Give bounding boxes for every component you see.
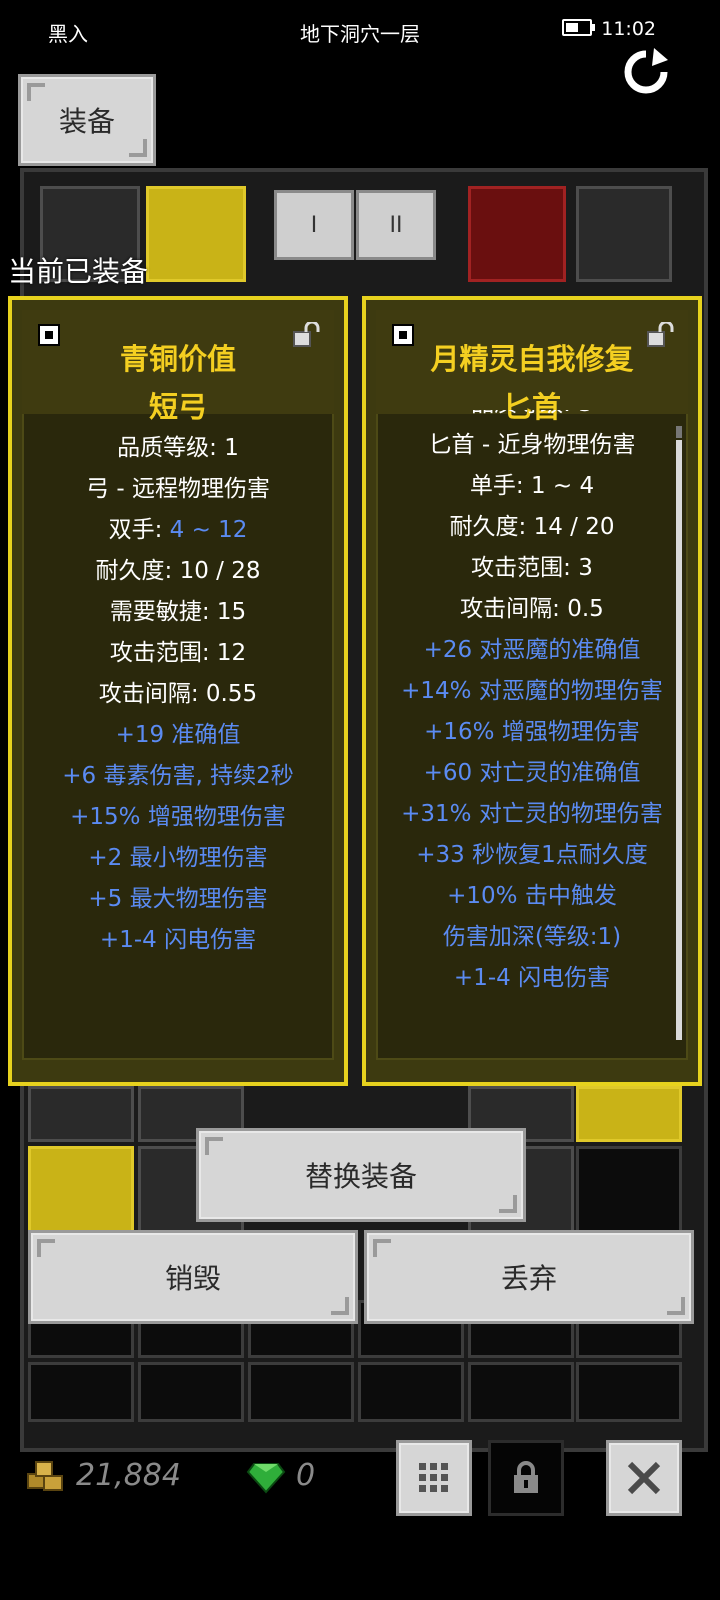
gem-icon [246, 1463, 286, 1494]
inventory-slot[interactable] [468, 1362, 574, 1422]
stat-range: 攻击范围: 12 [109, 640, 247, 666]
bonus-line: +1-4 闪电伤害 [453, 965, 611, 991]
destroy-button[interactable]: 销毁 [28, 1230, 358, 1324]
equip-slot-weapon[interactable] [146, 186, 246, 282]
stats-scroll-area[interactable]: 品质等级: 3 匕首 - 近身物理伤害 单手: 1 ~ 4 耐久度: 14 / … [376, 410, 688, 1022]
inventory-slot[interactable] [576, 1086, 682, 1142]
inventory-slot[interactable] [28, 1086, 134, 1142]
bonus-line: +33 秒恢复1点耐久度 [416, 842, 648, 868]
destroy-label: 销毁 [164, 1262, 221, 1295]
scrollbar[interactable] [676, 440, 682, 1040]
battery-icon [562, 19, 595, 36]
replace-equipment-label: 替换装备 [304, 1160, 417, 1193]
inventory-slot[interactable] [576, 1362, 682, 1422]
slot-button-1[interactable]: I [274, 190, 354, 260]
grid-icon [419, 1463, 448, 1492]
status-time: 11:02 [601, 18, 656, 40]
slot-button-2[interactable]: II [356, 190, 436, 260]
inventory-slot[interactable] [138, 1362, 244, 1422]
item-stats: 品质等级: 3 匕首 - 近身物理伤害 单手: 1 ~ 4 耐久度: 14 / … [376, 410, 688, 999]
inventory-slot[interactable] [248, 1362, 354, 1422]
close-icon [627, 1461, 661, 1495]
lock-button[interactable] [488, 1440, 564, 1516]
bonus-line: +6 毒素伤害, 持续2秒 [62, 763, 294, 789]
scrollbar-cap [676, 426, 682, 438]
refresh-icon[interactable] [620, 46, 672, 98]
bonus-line: +31% 对亡灵的物理伤害 [401, 801, 663, 827]
stat-weapon-class: 匕首 - 近身物理伤害 [428, 432, 636, 458]
tab-equip-label: 装备 [58, 105, 115, 138]
drop-button[interactable]: 丢弃 [364, 1230, 694, 1324]
stat-durability: 耐久度: 14 / 20 [449, 514, 615, 540]
bonus-line: +14% 对恶魔的物理伤害 [401, 678, 663, 704]
item-name: 月精灵自我修复 [430, 342, 634, 376]
slot-button-1-label: I [310, 212, 318, 238]
item-stats: 品质等级: 1 弓 - 远程物理伤害 双手: 4 ~ 12 耐久度: 10 / … [22, 428, 334, 961]
tab-equip[interactable]: 装备 [18, 74, 156, 166]
inventory-slot[interactable] [358, 1362, 464, 1422]
bonus-line: +60 对亡灵的准确值 [423, 760, 641, 786]
inventory-slot[interactable] [28, 1362, 134, 1422]
stat-quality: 品质等级: 3 [376, 410, 688, 425]
bonus-line: +2 最小物理伤害 [88, 845, 268, 871]
stat-durability: 耐久度: 10 / 28 [95, 558, 261, 584]
stat-damage: 双手: 4 ~ 12 [108, 517, 248, 543]
bonus-line: 伤害加深(等级:1) [442, 924, 622, 950]
drop-label: 丢弃 [500, 1262, 557, 1295]
stat-damage: 单手: 1 ~ 4 [469, 473, 595, 499]
stat-range: 攻击范围: 3 [471, 555, 593, 581]
item-card-selected: 月精灵自我修复 匕首 品质等级: 3 匕首 - 近身物理伤害 单手: 1 ~ 4… [362, 296, 702, 1086]
bonus-line: +19 准确值 [115, 722, 241, 748]
bonus-line: +15% 增强物理伤害 [70, 804, 286, 830]
bonus-line: +16% 增强物理伤害 [424, 719, 640, 745]
grid-view-button[interactable] [396, 1440, 472, 1516]
close-button[interactable] [606, 1440, 682, 1516]
card-header: 青铜价值 短弓 [22, 310, 334, 424]
bonus-line: +26 对恶魔的准确值 [423, 637, 641, 663]
stat-attack-interval: 攻击间隔: 0.5 [460, 596, 604, 622]
current-equipped-label: 当前已装备 [8, 255, 149, 288]
card-header: 月精灵自我修复 匕首 [376, 310, 688, 424]
stat-quality: 品质等级: 1 [117, 435, 239, 461]
equip-slot-offhand[interactable] [468, 186, 566, 282]
equip-slot-amulet[interactable] [576, 186, 672, 282]
stat-attack-interval: 攻击间隔: 0.55 [98, 681, 258, 707]
gold-amount: 21,884 [76, 1458, 181, 1493]
slot-button-2-label: II [389, 212, 403, 238]
item-type: 短弓 [148, 390, 207, 424]
gem-amount: 0 [296, 1458, 316, 1493]
replace-equipment-button[interactable]: 替换装备 [196, 1128, 526, 1222]
bonus-line: +10% 击中触发 [447, 883, 617, 909]
item-name: 青铜价值 [119, 342, 236, 376]
stat-weapon-class: 弓 - 远程物理伤害 [86, 476, 270, 502]
item-card-equipped: 青铜价值 短弓 品质等级: 1 弓 - 远程物理伤害 双手: 4 ~ 12 耐久… [8, 296, 348, 1086]
padlock-icon [514, 1461, 538, 1493]
bonus-line: +5 最大物理伤害 [88, 886, 268, 912]
bonus-line: +1-4 闪电伤害 [99, 927, 257, 953]
stat-dex-required: 需要敏捷: 15 [109, 599, 247, 625]
gold-coins-icon [27, 1461, 63, 1491]
